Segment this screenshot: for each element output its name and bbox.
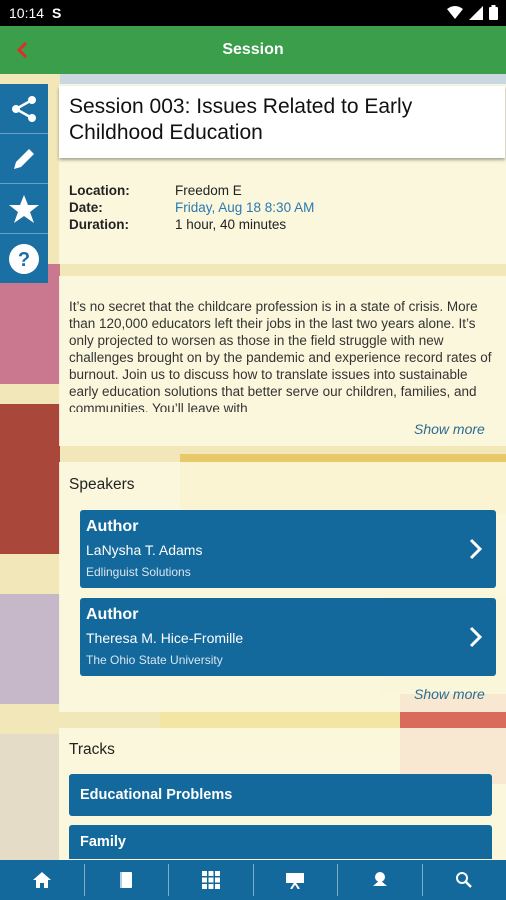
date-label: Date: (69, 200, 103, 215)
speaker-name: Theresa M. Hice-Fromille (86, 630, 244, 646)
nav-program[interactable] (85, 864, 169, 896)
wifi-icon (447, 5, 463, 19)
description-show-more[interactable]: Show more (414, 421, 485, 437)
map-pin-icon (372, 872, 387, 886)
track-item[interactable]: Family (69, 825, 492, 859)
chevron-left-icon[interactable] (10, 36, 38, 64)
home-icon (32, 872, 51, 888)
page-title: Session (222, 41, 284, 58)
duration-value: 1 hour, 40 minutes (175, 217, 287, 232)
speaker-card[interactable]: Author Theresa M. Hice-Fromille The Ohio… (80, 598, 496, 676)
nav-home[interactable] (0, 864, 85, 896)
bottom-nav (0, 860, 506, 900)
nav-exhibits[interactable] (254, 864, 338, 896)
session-description: It’s no secret that the childcare profes… (69, 299, 492, 412)
speaker-org: The Ohio State University (86, 653, 223, 667)
session-title: Session 003: Issues Related to Early Chi… (69, 95, 413, 144)
session-title-box: Session 003: Issues Related to Early Chi… (59, 86, 505, 158)
speakers-show-more[interactable]: Show more (414, 686, 485, 702)
book-icon (120, 872, 133, 888)
speaker-role: Author (86, 606, 139, 623)
date-value[interactable]: Friday, Aug 18 8:30 AM (175, 200, 314, 215)
status-time: 10:14 (9, 5, 45, 21)
share-icon (12, 95, 36, 122)
status-bar: 10:14 S (0, 0, 506, 26)
speaker-org: Edlinguist Solutions (86, 565, 191, 579)
pencil-icon (14, 148, 34, 169)
search-icon (456, 872, 473, 888)
edit-button[interactable] (0, 134, 48, 184)
presentation-icon (286, 873, 305, 889)
speaker-name: LaNysha T. Adams (86, 542, 203, 558)
signal-icon (469, 5, 483, 20)
grid-icon (201, 871, 220, 889)
duration-label: Duration: (69, 217, 129, 232)
svg-text:?: ? (18, 249, 30, 271)
star-icon (9, 194, 39, 223)
carrier-icon: S (52, 5, 62, 21)
app-bar: Session (0, 26, 506, 74)
speaker-card[interactable]: Author LaNysha T. Adams Edlinguist Solut… (80, 510, 496, 588)
speakers-heading: Speakers (69, 476, 135, 493)
help-icon: ? (9, 243, 39, 274)
location-label: Location: (69, 183, 130, 198)
chevron-right-icon (469, 538, 483, 560)
action-sidebar: ? (0, 84, 48, 283)
tracks-heading: Tracks (69, 741, 115, 758)
nav-map[interactable] (338, 864, 423, 896)
battery-icon (489, 5, 498, 20)
help-button[interactable]: ? (0, 234, 48, 283)
chevron-right-icon (469, 626, 483, 648)
share-button[interactable] (0, 84, 48, 134)
track-item[interactable]: Educational Problems (69, 774, 492, 816)
location-value: Freedom E (175, 183, 242, 198)
nav-search[interactable] (423, 864, 506, 896)
nav-grid[interactable] (169, 864, 254, 896)
speaker-role: Author (86, 518, 139, 535)
favorite-button[interactable] (0, 184, 48, 234)
